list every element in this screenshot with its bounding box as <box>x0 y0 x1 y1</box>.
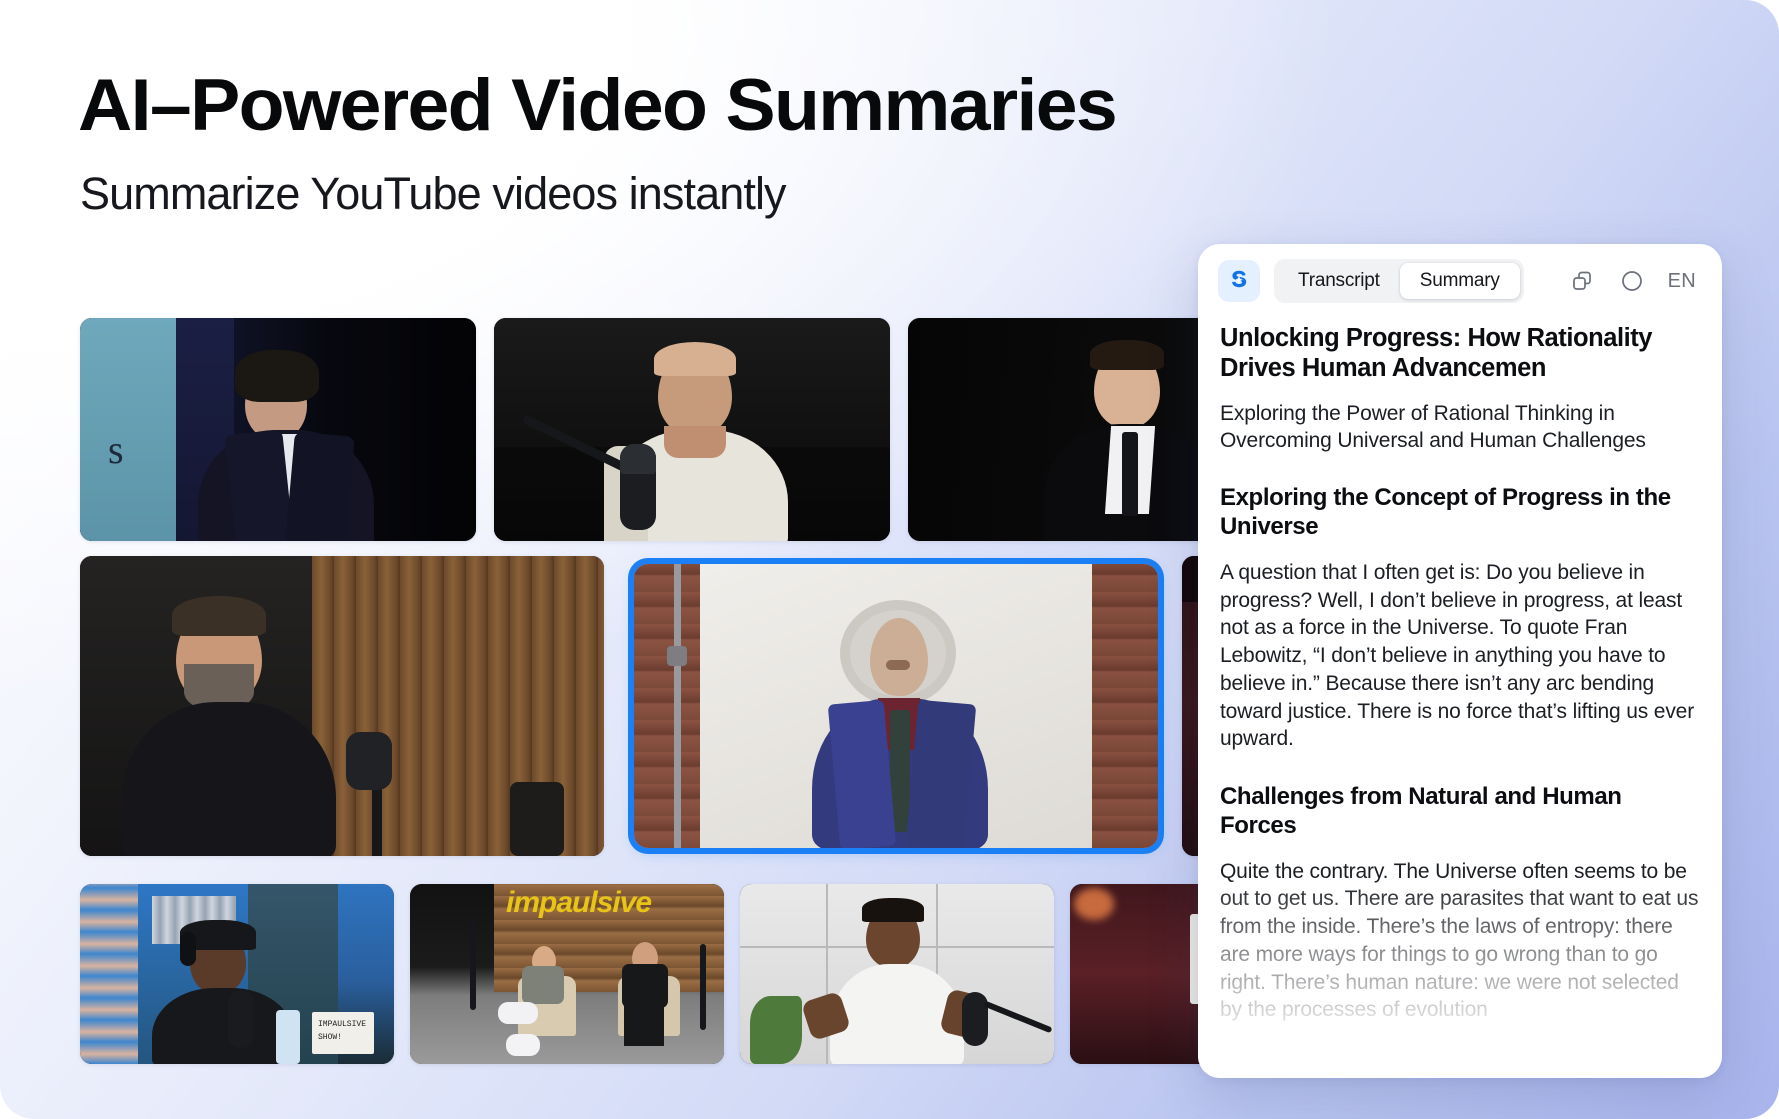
sparkle-s-logo-icon[interactable] <box>1218 260 1260 302</box>
panel-header: Transcript Summary EN <box>1198 244 1722 318</box>
video-thumbnail-7[interactable]: IMPAULSIVE SHOW! <box>80 884 394 1064</box>
page-subtitle: Summarize YouTube videos instantly <box>80 168 787 219</box>
page-title: AI–Powered Video Summaries <box>78 65 1118 146</box>
section-body-2: Quite the contrary. The Universe often s… <box>1220 859 1699 1022</box>
screenshot-root: AI–Powered Video Summaries Summarize You… <box>0 0 1779 1119</box>
progress-circle-icon[interactable] <box>1618 267 1646 295</box>
summary-extension-panel: Transcript Summary EN Unlocking Progress… <box>1198 244 1722 1078</box>
summary-content: Unlocking Progress: How Rationality Driv… <box>1198 318 1722 1078</box>
video-thumbnail-5-selected[interactable] <box>634 564 1158 848</box>
video-thumbnail-4[interactable] <box>80 556 604 856</box>
view-mode-segmented-control: Transcript Summary <box>1274 259 1524 303</box>
section-heading-1: Exploring the Concept of Progress in the… <box>1220 484 1671 541</box>
video-thumbnail-9[interactable] <box>740 884 1054 1064</box>
video-thumbnail-1[interactable]: s <box>80 318 476 541</box>
tab-summary[interactable]: Summary <box>1399 263 1520 299</box>
panel-header-actions: EN <box>1568 267 1702 295</box>
language-selector[interactable]: EN <box>1668 270 1698 293</box>
section-heading-2: Challenges from Natural and Human Forces <box>1220 783 1622 839</box>
summary-subtitle: Exploring the Power of Rational Thinking… <box>1220 401 1646 452</box>
section-body-1: A question that I often get is: Do you b… <box>1220 561 1695 751</box>
copy-icon[interactable] <box>1568 267 1596 295</box>
summary-title: Unlocking Progress: How Rationality Driv… <box>1220 324 1652 382</box>
video-thumbnail-8[interactable]: impaulsive <box>410 884 724 1064</box>
tab-transcript[interactable]: Transcript <box>1278 263 1400 299</box>
hero-gradient-card: AI–Powered Video Summaries Summarize You… <box>0 0 1779 1119</box>
video-thumbnail-2[interactable] <box>494 318 890 541</box>
